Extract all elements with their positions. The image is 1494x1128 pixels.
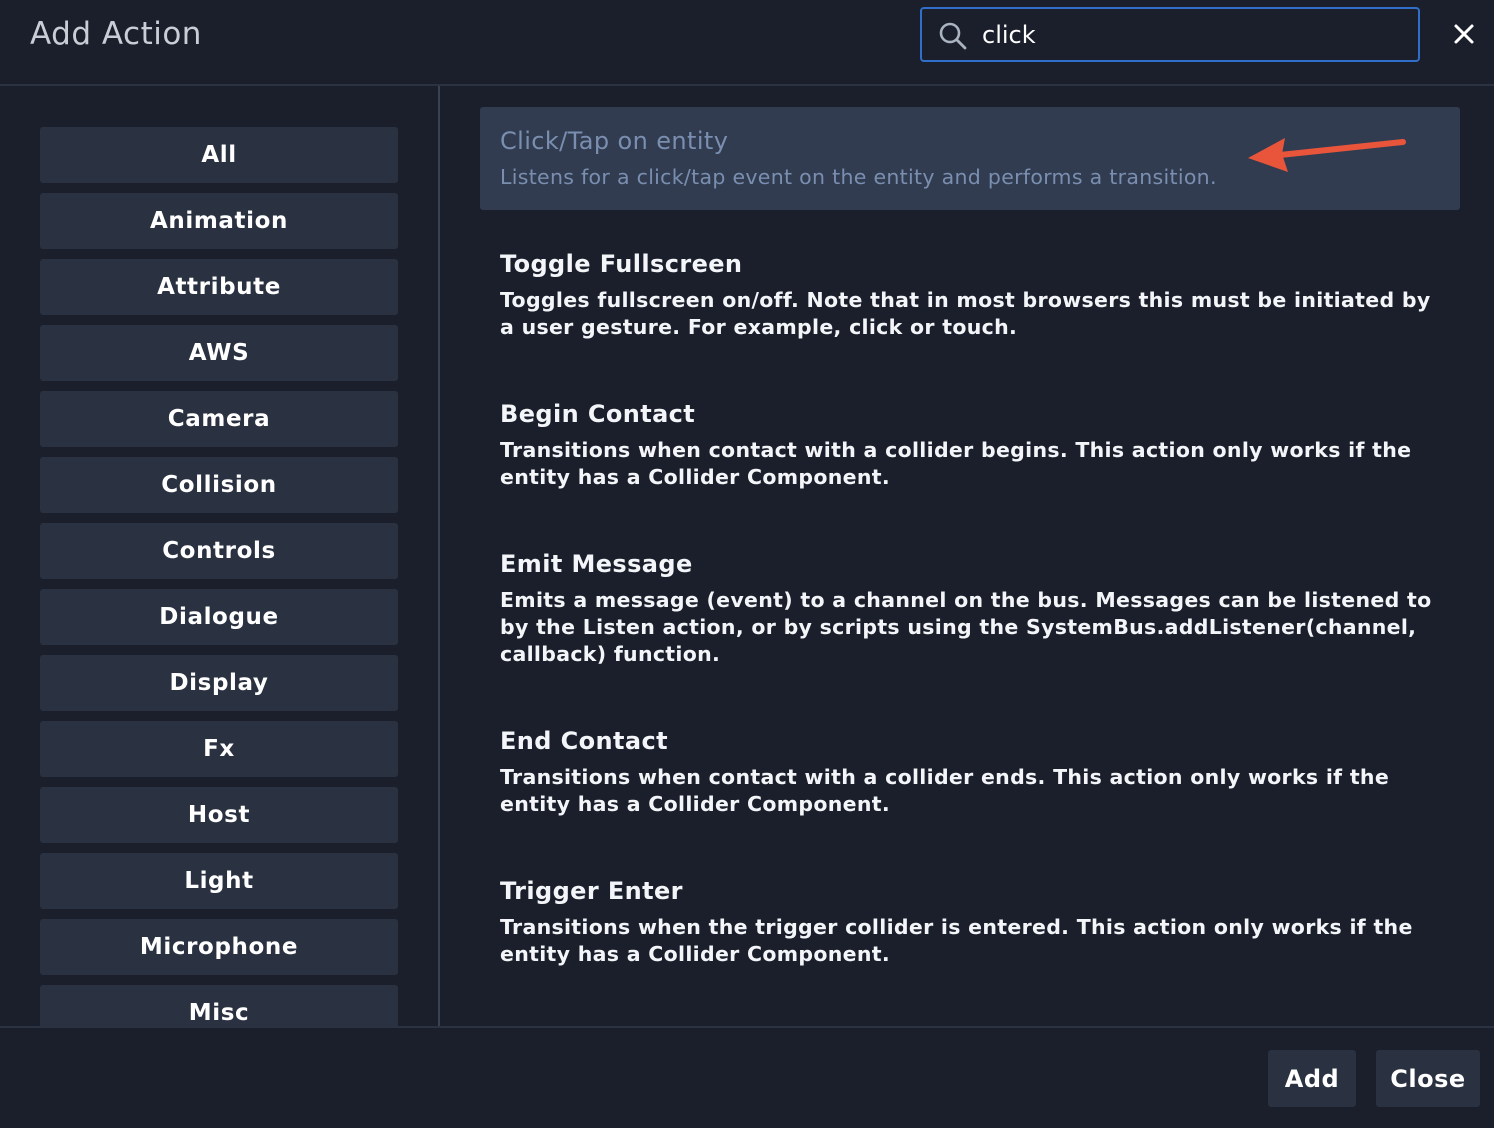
search-input[interactable]: [982, 17, 1402, 53]
action-description: Transitions when the trigger collider is…: [500, 915, 1413, 966]
action-description: Emits a message (event) to a channel on …: [500, 588, 1432, 666]
dialog-header: Add Action: [0, 0, 1494, 86]
category-animation[interactable]: Animation: [40, 193, 398, 249]
annotation-arrow-icon: [1248, 138, 1406, 172]
action-item-trigger-enter[interactable]: Trigger Enter Transitions when the trigg…: [480, 871, 1460, 971]
action-description: Transitions when contact with a collider…: [500, 765, 1390, 816]
category-all[interactable]: All: [40, 127, 398, 183]
action-title: Trigger Enter: [500, 877, 683, 905]
category-attribute[interactable]: Attribute: [40, 259, 398, 315]
category-misc[interactable]: Misc: [40, 985, 398, 1026]
category-aws[interactable]: AWS: [40, 325, 398, 381]
action-list: Click/Tap on entity Listens for a click/…: [440, 86, 1494, 1026]
category-camera[interactable]: Camera: [40, 391, 398, 447]
add-button[interactable]: Add: [1268, 1050, 1356, 1107]
action-title: End Contact: [500, 727, 668, 755]
action-item-end-contact[interactable]: End Contact Transitions when contact wit…: [480, 721, 1460, 821]
category-host[interactable]: Host: [40, 787, 398, 843]
action-title: Emit Message: [500, 550, 693, 578]
action-description: Transitions when contact with a collider…: [500, 438, 1412, 489]
action-title: Toggle Fullscreen: [500, 250, 743, 278]
action-item-begin-contact[interactable]: Begin Contact Transitions when contact w…: [480, 394, 1460, 494]
search-box[interactable]: [920, 7, 1420, 62]
category-controls[interactable]: Controls: [40, 523, 398, 579]
close-icon[interactable]: [1448, 18, 1480, 50]
close-button[interactable]: Close: [1376, 1050, 1480, 1107]
category-display[interactable]: Display: [40, 655, 398, 711]
action-title: Click/Tap on entity: [500, 127, 729, 155]
action-description: Toggles fullscreen on/off. Note that in …: [500, 288, 1431, 339]
category-sidebar: All Animation Attribute AWS Camera Colli…: [0, 86, 438, 1026]
category-fx[interactable]: Fx: [40, 721, 398, 777]
dialog-footer: Add Close: [0, 1026, 1494, 1128]
search-icon: [939, 22, 967, 50]
action-title: Begin Contact: [500, 400, 696, 428]
dialog-title: Add Action: [30, 16, 202, 52]
action-item-emit-message[interactable]: Emit Message Emits a message (event) to …: [480, 544, 1460, 669]
category-microphone[interactable]: Microphone: [40, 919, 398, 975]
category-dialogue[interactable]: Dialogue: [40, 589, 398, 645]
category-collision[interactable]: Collision: [40, 457, 398, 513]
action-item-toggle-fullscreen[interactable]: Toggle Fullscreen Toggles fullscreen on/…: [480, 244, 1460, 344]
category-light[interactable]: Light: [40, 853, 398, 909]
